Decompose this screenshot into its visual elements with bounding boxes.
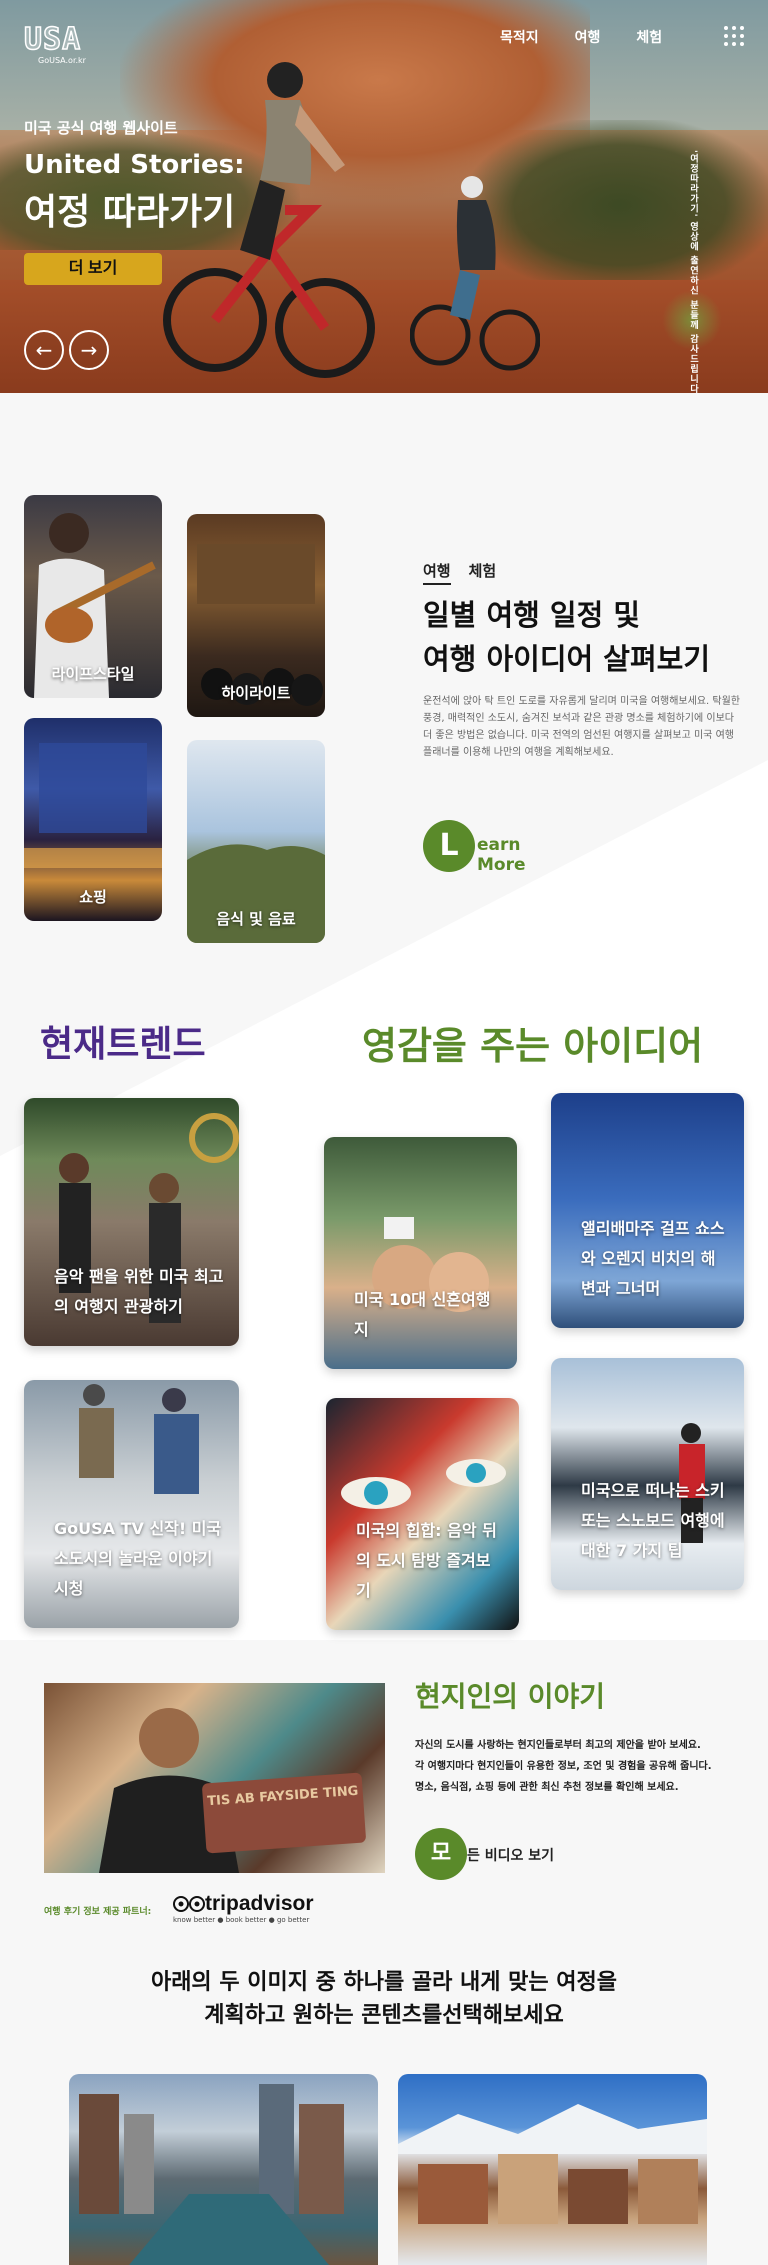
choose-heading: 아래의 두 이미지 중 하나를 골라 내게 맞는 여정을 계획하고 원하는 콘텐…: [84, 1966, 684, 2032]
trend-card-tv[interactable]: GoUSA TV 신작! 미국 소도시의 놀라운 이야기 시청: [24, 1380, 239, 1628]
local-person-photo: TIS AB FAYSIDE TING: [44, 1683, 385, 1873]
trend-card-ski[interactable]: 미국으로 떠나는 스키 또는 스노보드 여행에 대한 7 가지 팁: [551, 1358, 744, 1590]
partner-label: 여행 후기 정보 제공 파트너:: [44, 1907, 152, 1917]
trend-card-label: 미국으로 떠나는 스키 또는 스노보드 여행에 대한 7 가지 팁: [581, 1481, 725, 1560]
nav-destinations[interactable]: 목적지: [500, 27, 539, 47]
ideas-heading: 영감을 주는 아이디어: [362, 1024, 704, 1068]
nav-experience[interactable]: 체험: [636, 27, 662, 47]
tripadvisor-logo[interactable]: tripadvisor know better ● book better ● …: [173, 1892, 323, 1932]
trend-card-label: 미국의 힙합: 음악 뒤의 도시 탐방 즐겨보기: [356, 1521, 497, 1600]
intro-title-line: 여행 아이디어 살펴보기: [423, 642, 710, 676]
intro-tabs: 여행 체험: [423, 560, 514, 585]
cyclist-figure: [410, 176, 540, 371]
intro-description: 운전석에 앉아 탁 트인 도로를 자유롭게 달리며 미국을 여행해보세요. 탁월…: [423, 696, 740, 758]
category-card-shopping[interactable]: 쇼핑: [24, 718, 162, 921]
trend-card-label: 미국 10대 신혼여행지: [354, 1290, 491, 1339]
category-label: 하이라이트: [221, 684, 291, 702]
trend-card-gulf-shores[interactable]: 앨리배마주 걸프 쇼스와 오렌지 비치의 해변과 그너머: [551, 1093, 744, 1328]
locals-description-line: 자신의 도시를 사랑하는 현지인들로부터 최고의 제안을 받아 보세요.: [415, 1740, 701, 1751]
trend-card-label: 앨리배마주 걸프 쇼스와 오렌지 비치의 해변과 그너머: [581, 1219, 725, 1298]
tab-experience[interactable]: 체험: [469, 562, 497, 580]
learn-more-button[interactable]: L earn More: [423, 820, 573, 875]
choose-city-option[interactable]: [69, 2074, 378, 2265]
locals-heading: 현지인의 이야기: [415, 1680, 606, 1713]
tab-travel[interactable]: 여행: [423, 562, 451, 585]
site-logo[interactable]: USA GoUSA.or.kr: [23, 22, 104, 72]
choose-mountain-town-option[interactable]: [398, 2074, 707, 2265]
trend-card-honeymoon[interactable]: 미국 10대 신혼여행지: [324, 1137, 517, 1369]
video-button-label: 든 비디오 보기: [467, 1848, 555, 1864]
nav-travel[interactable]: 여행: [575, 27, 601, 47]
learn-more-label: earn More: [477, 835, 526, 875]
hero-credit-text: '여정따라가기' 영상에 출연하신 분들께 감사드립니다: [688, 150, 698, 395]
logo-mark: USA: [23, 22, 82, 57]
trend-card-hiphop[interactable]: 미국의 힙합: 음악 뒤의 도시 탐방 즐겨보기: [326, 1398, 519, 1630]
partner-brand: tripadvisor: [205, 1892, 314, 1915]
top-navigation: 목적지 여행 체험: [500, 27, 698, 47]
category-label: 음식 및 음료: [216, 910, 296, 928]
trend-card-label: 음악 팬을 위한 미국 최고의 여행지 관광하기: [54, 1267, 224, 1316]
partner-tagline: know better ● book better ● go better: [173, 1916, 310, 1924]
arrow-left-icon[interactable]: ←: [24, 330, 64, 370]
more-button[interactable]: 더 보기: [24, 253, 162, 285]
choose-heading-line: 계획하고 원하는 콘텐츠를선택해보세요: [204, 2003, 564, 2028]
category-label: 쇼핑: [79, 888, 107, 906]
grid-dots-icon[interactable]: [724, 26, 744, 46]
mountain-town-photo: [398, 2104, 707, 2224]
trends-heading: 현재트렌드: [40, 1024, 206, 1065]
video-button-initial: 모: [415, 1828, 467, 1880]
logo-subtitle: GoUSA.or.kr: [38, 56, 86, 65]
learn-more-initial: L: [423, 820, 475, 872]
arrow-right-icon[interactable]: →: [69, 330, 109, 370]
hero-eyebrow: 미국 공식 여행 웹사이트: [24, 119, 178, 137]
intro-title-line: 일별 여행 일정 및: [423, 598, 641, 632]
category-card-food-drink[interactable]: 음식 및 음료: [187, 740, 325, 943]
locals-description-line: 각 여행지마다 현지인들이 유용한 정보, 조언 및 경험을 공유해 줍니다.: [415, 1761, 712, 1772]
trend-card-music[interactable]: 음악 팬을 위한 미국 최고의 여행지 관광하기: [24, 1098, 239, 1346]
category-card-lifestyle[interactable]: 라이프스타일: [24, 495, 162, 698]
category-card-highlights[interactable]: 하이라이트: [187, 514, 325, 717]
all-videos-button[interactable]: 모 든 비디오 보기: [415, 1828, 615, 1880]
city-skyline-photo: [79, 2084, 344, 2265]
hero-title: United Stories:: [24, 150, 245, 180]
owl-eyes-icon: [173, 1896, 205, 1912]
shop-sign: TIS AB FAYSIDE TING: [201, 1772, 367, 1854]
locals-description: 자신의 도시를 사랑하는 현지인들로부터 최고의 제안을 받아 보세요. 각 여…: [415, 1735, 755, 1798]
hero-title: 여정 따라가기: [24, 192, 236, 233]
trend-card-label: GoUSA TV 신작! 미국 소도시의 놀라운 이야기 시청: [54, 1519, 222, 1598]
intro-title: 일별 여행 일정 및 여행 아이디어 살펴보기: [423, 593, 753, 681]
locals-description-line: 명소, 음식점, 쇼핑 등에 관한 최신 추천 정보를 확인해 보세요.: [415, 1782, 679, 1793]
choose-heading-line: 아래의 두 이미지 중 하나를 골라 내게 맞는 여정을: [150, 1970, 618, 1995]
category-label: 라이프스타일: [51, 665, 135, 683]
